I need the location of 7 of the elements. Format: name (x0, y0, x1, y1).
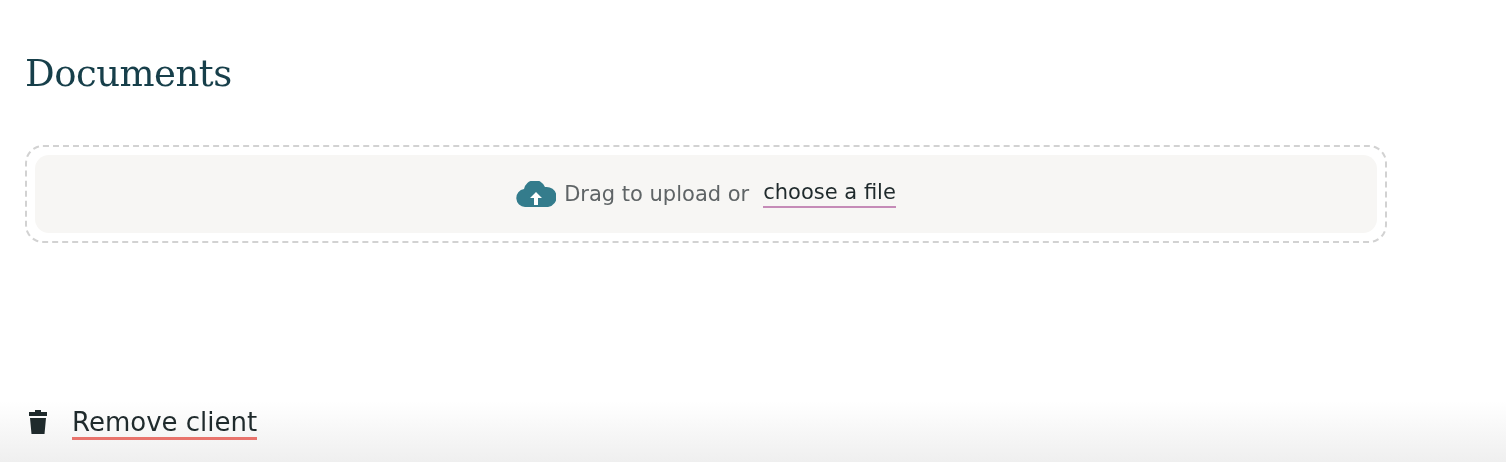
upload-dropzone[interactable]: Drag to upload or choose a file (25, 145, 1387, 243)
choose-file-link[interactable]: choose a file (763, 180, 896, 208)
upload-prompt: Drag to upload or (564, 182, 750, 206)
section-heading: Documents (25, 52, 233, 95)
trash-icon (28, 410, 48, 434)
remove-client-link[interactable]: Remove client (72, 408, 258, 440)
cloud-upload-icon (516, 181, 557, 207)
